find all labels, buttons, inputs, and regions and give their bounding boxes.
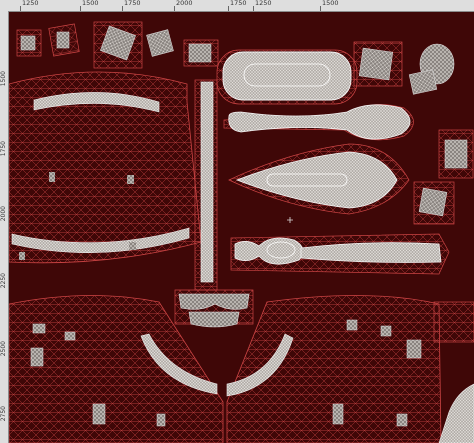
horizontal-ruler[interactable]: 1250 1500 1750 2000 1750 1250 1500 [0, 0, 474, 12]
uv-island-spoon-upper [223, 104, 414, 141]
uv-island-upper-left-panel [9, 71, 202, 264]
image-editor-window: 1250 1500 1750 2000 1750 1250 1500 1500 … [0, 0, 474, 443]
ruler-tick [253, 6, 254, 11]
ruler-label: 1750 [124, 0, 141, 7]
ruler-label: 2000 [176, 0, 193, 7]
ruler-label: 1750 [0, 141, 7, 157]
ruler-tick [122, 6, 123, 11]
uv-island-spoon-lower [230, 233, 450, 275]
uv-island-lower-right-panel [226, 295, 442, 443]
ruler-label: 1250 [255, 0, 272, 7]
ruler-tick [174, 6, 175, 11]
ruler-label: 2500 [0, 341, 7, 357]
uv-island-long-pointed [228, 143, 455, 225]
uv-layout-canvas[interactable] [9, 12, 474, 443]
ruler-label: 1500 [82, 0, 99, 7]
ruler-label: 2250 [0, 273, 7, 289]
ruler-label: 1250 [22, 0, 39, 7]
ruler-tick [228, 6, 229, 11]
ruler-label: 2750 [0, 406, 7, 422]
uv-wireframe-image [9, 21, 474, 443]
ruler-tick [320, 6, 321, 11]
ruler-tick [80, 6, 81, 11]
uv-island-vertical-strip [194, 79, 218, 291]
vertical-ruler[interactable]: 1500 1750 2000 2250 2500 2750 [0, 11, 9, 443]
crosshair-icon [287, 217, 293, 223]
ruler-label: 2000 [0, 206, 7, 222]
uv-island-capsule [216, 49, 358, 105]
ruler-label: 1500 [0, 71, 7, 87]
uv-island-center-zigzag [174, 289, 254, 328]
ruler-label: 1500 [322, 0, 339, 7]
uv-island-top-left [16, 21, 219, 69]
ruler-label: 1750 [230, 0, 247, 7]
ruler-tick [20, 6, 21, 11]
